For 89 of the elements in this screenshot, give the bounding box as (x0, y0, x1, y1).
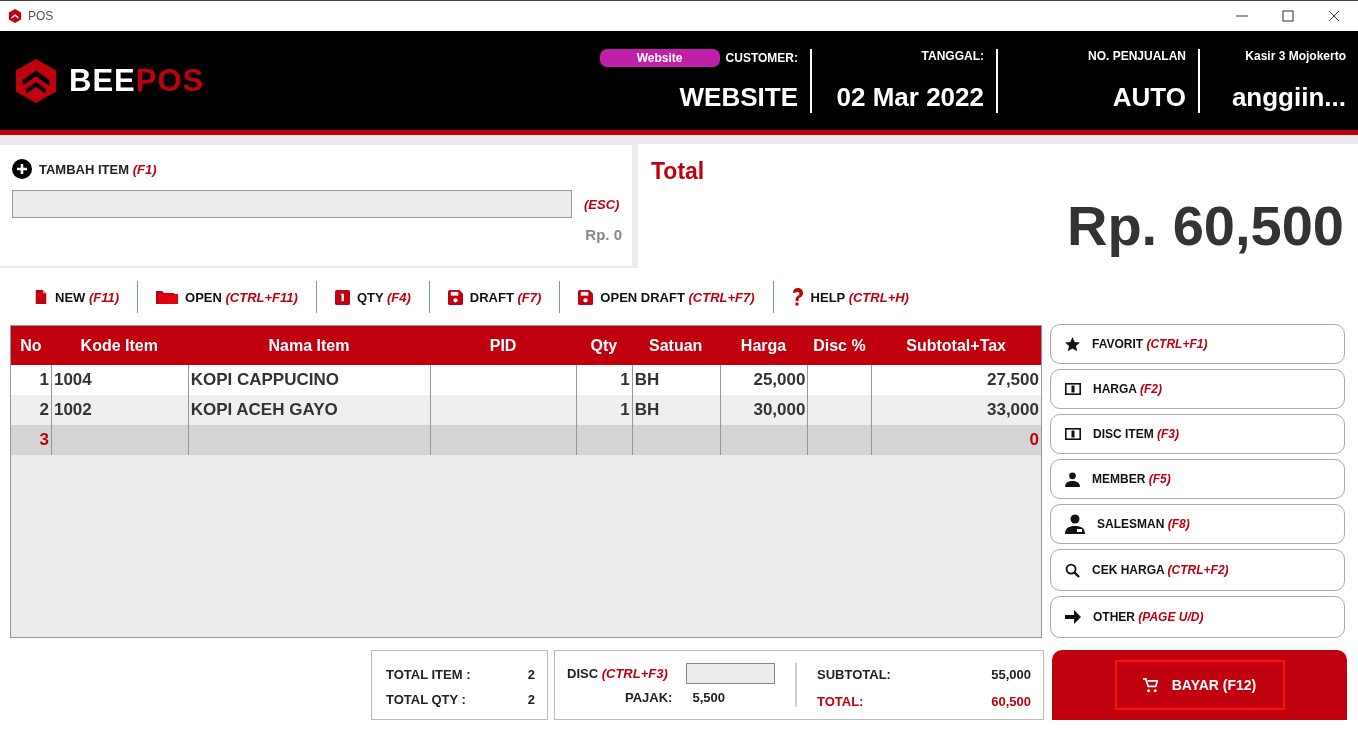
table-cell: 0 (1029, 430, 1039, 450)
table-cell: BH (634, 370, 660, 390)
discount-field[interactable] (685, 663, 775, 684)
column-header: Subtotal+Tax (905, 336, 1007, 355)
arrow-right-icon (1065, 609, 1081, 625)
logo-text: BEEPOS (69, 62, 205, 99)
person-icon (1065, 471, 1080, 487)
summary-value: 2 (527, 667, 535, 682)
summary-label: PAJAK: (625, 690, 673, 705)
side-button[interactable]: DISC ITEM (F3) (1050, 414, 1345, 454)
field-label: TANGGAL: (921, 48, 984, 63)
table-row[interactable]: 1 1004 KOPI CAPPUCINO 1 BH 25,000 27,500 (11, 365, 1041, 395)
side-button[interactable]: FAVORIT (CTRL+F1) (1050, 324, 1345, 364)
summary-label: TOTAL: (817, 694, 864, 709)
table-cell: 33,000 (987, 400, 1039, 420)
side-button[interactable]: SALESMAN (F8) (1050, 504, 1345, 544)
total-amount: Rp. 60,500 (1066, 193, 1344, 258)
cart-icon (1142, 677, 1158, 693)
toolbar-button[interactable]: QTY (F4) (322, 289, 423, 305)
banknote-icon (1065, 428, 1081, 440)
plus-icon[interactable] (12, 159, 32, 179)
side-button[interactable]: HARGA (F2) (1050, 369, 1345, 409)
counter-icon (334, 289, 350, 305)
item-price: Rp. 0 (585, 226, 622, 243)
window-title: POS (28, 9, 54, 23)
star-icon (1065, 336, 1080, 352)
file-icon (34, 289, 48, 305)
table-cell: 1 (620, 400, 630, 420)
table-cell: 27,500 (987, 370, 1039, 390)
side-button[interactable]: OTHER (PAGE U/D) (1050, 596, 1345, 638)
side-button[interactable]: CEK HARGA (CTRL+F2) (1050, 549, 1345, 591)
toolbar-button[interactable]: OPEN (CTRL+F11) (144, 289, 310, 305)
table-cell: KOPI CAPPUCINO (190, 370, 339, 390)
toolbar-button[interactable]: OPEN DRAFT (CTRL+F7) (566, 289, 767, 305)
column-header: Disc % (812, 336, 867, 355)
table-row[interactable]: 3 0 (11, 425, 1041, 455)
item-search-field[interactable] (12, 190, 572, 218)
field-label: CUSTOMER: (725, 50, 798, 65)
maximize-icon[interactable] (1282, 10, 1294, 22)
pay-button[interactable]: BAYAR (F12) (1114, 660, 1285, 710)
discount-label: DISC (CTRL+F3) (567, 666, 668, 681)
save-icon (447, 289, 463, 305)
summary-label: SUBTOTAL: (817, 667, 891, 682)
summary-value: 60,500 (991, 694, 1031, 709)
side-button[interactable]: MEMBER (F5) (1050, 459, 1345, 499)
channel-badge: Website (599, 48, 720, 67)
field-label: NO. PENJUALAN (1088, 48, 1186, 63)
search-icon (1065, 562, 1080, 578)
salesman-icon (1065, 514, 1085, 534)
field-value: WEBSITE (679, 81, 798, 113)
total-label: Total (651, 158, 706, 185)
table-cell: 3 (39, 430, 49, 450)
column-header: No (19, 336, 43, 355)
table-cell: 1 (39, 370, 49, 390)
summary-value: 5,500 (692, 690, 725, 705)
table-cell: 25,000 (753, 370, 806, 390)
table-cell: 1004 (53, 370, 92, 390)
save-icon (578, 289, 594, 305)
column-header: Kode Item (79, 336, 159, 355)
table-cell: BH (634, 400, 660, 420)
summary-label: TOTAL ITEM : (386, 667, 471, 682)
column-header: PID (488, 336, 518, 355)
logo-icon (13, 56, 59, 105)
summary-label: TOTAL QTY : (386, 692, 466, 707)
column-header: Satuan (648, 336, 704, 355)
field-value: anggiin... (1231, 81, 1346, 113)
field-value: AUTO (1112, 81, 1186, 113)
table-cell: 2 (39, 400, 49, 420)
close-icon[interactable] (1328, 10, 1340, 22)
help-icon (791, 287, 804, 307)
toolbar-button[interactable]: HELP (CTRL+H) (779, 287, 921, 307)
field-label: Kasir 3 Mojokerto (1245, 48, 1346, 63)
table-cell: 1 (620, 370, 630, 390)
shortcut-label: (ESC) (584, 196, 620, 212)
toolbar-button[interactable]: NEW (F11) (34, 289, 132, 305)
app-icon (8, 9, 22, 23)
folder-icon (156, 289, 179, 305)
toolbar-button[interactable]: DRAFT (F7) (435, 289, 554, 305)
summary-value: 2 (527, 692, 535, 707)
field-value: 02 Mar 2022 (836, 81, 984, 113)
add-item-label: TAMBAH ITEM (F1) (39, 161, 157, 177)
table-cell: 1002 (53, 400, 92, 420)
column-header: Nama Item (267, 336, 351, 355)
column-header: Harga (739, 336, 788, 355)
summary-value: 55,000 (991, 667, 1031, 682)
column-header: Qty (589, 336, 619, 355)
banknote-icon (1065, 383, 1081, 395)
table-cell: 30,000 (753, 400, 806, 420)
table-cell: KOPI ACEH GAYO (190, 400, 338, 420)
